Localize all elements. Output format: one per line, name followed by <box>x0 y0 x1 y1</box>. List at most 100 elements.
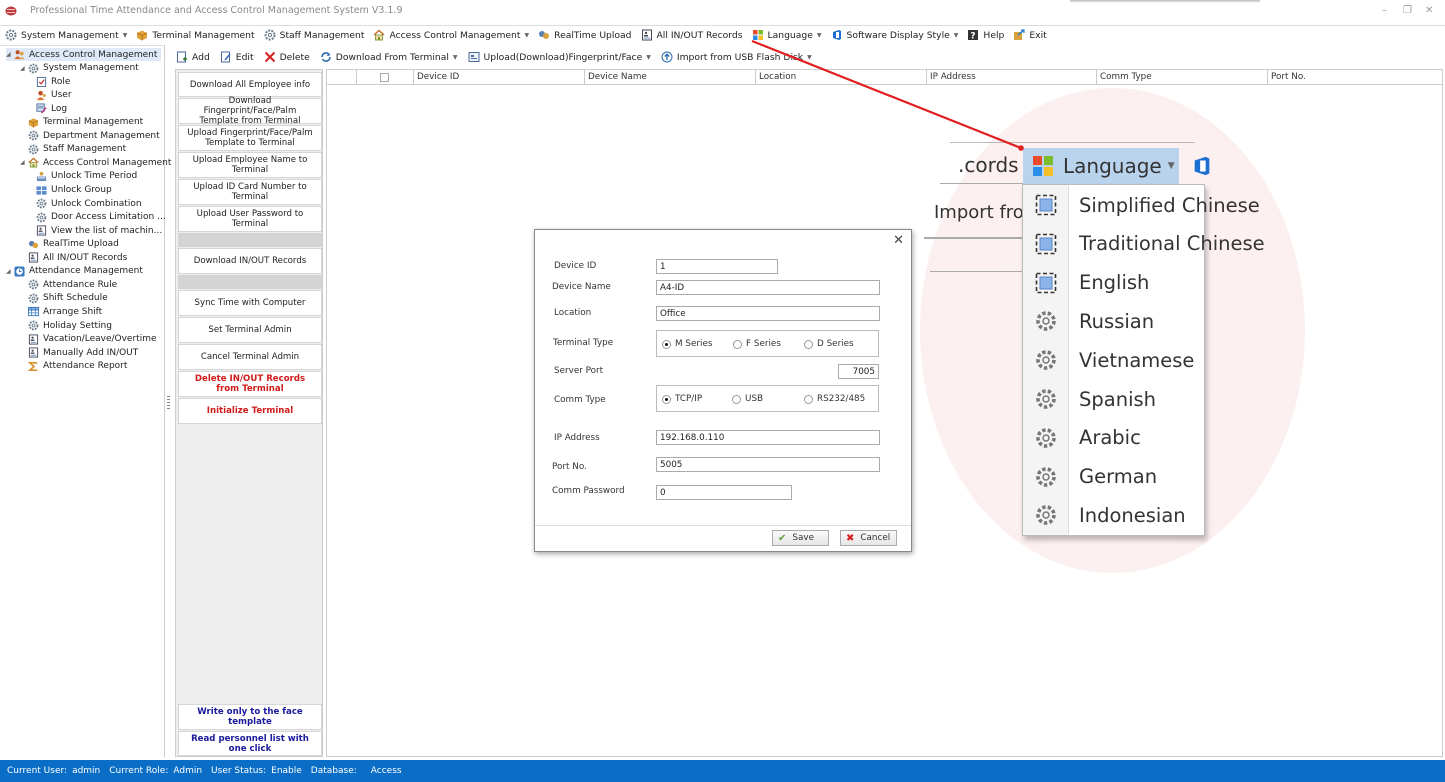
upload-download-fingerprint-button[interactable]: Upload(Download)Fingerprint/Face ▼ <box>468 51 651 63</box>
language-option-spanish[interactable]: Spanish <box>1023 380 1263 418</box>
menu-language[interactable]: Language ▼ <box>752 29 822 41</box>
tree-item[interactable]: View the list of machin... <box>34 224 162 237</box>
column-header-ip-address[interactable]: IP Address <box>927 70 1097 85</box>
tree-item[interactable]: Staff Management <box>20 143 126 156</box>
column-header-location[interactable]: Location <box>756 70 927 85</box>
terminal-type-f-series-radio[interactable]: F Series <box>733 339 781 349</box>
comm-type-rs232-radio[interactable]: RS232/485 <box>804 394 865 404</box>
comm-type-tcpip-radio[interactable]: TCP/IP <box>662 394 702 404</box>
tree-item[interactable]: Shift Schedule <box>20 292 108 305</box>
tree-item[interactable]: Manually Add IN/OUT <box>20 346 138 359</box>
tree-item[interactable]: Terminal Management <box>20 116 143 129</box>
panel-button-write-only-to-the-face-template[interactable]: Write only to the face template <box>178 704 322 730</box>
language-option-english[interactable]: English <box>1023 264 1263 302</box>
server-port-input[interactable] <box>838 364 879 379</box>
tree-item[interactable]: ◢ Access Control Management <box>20 156 171 169</box>
records-icon <box>28 347 39 358</box>
dialog-close-button[interactable]: ✕ <box>893 233 904 248</box>
ip-address-input[interactable] <box>656 430 880 445</box>
import-usb-button[interactable]: Import from USB Flash Disk ▼ <box>661 51 812 63</box>
database-label: Database: <box>310 766 357 776</box>
menu-software-display-style[interactable]: Software Display Style ▼ <box>831 29 958 41</box>
tree-item[interactable]: ◢ System Management <box>20 62 139 75</box>
panel-button-set-terminal-admin[interactable]: Set Terminal Admin <box>178 317 322 343</box>
panel-button-delete-in-out-records-from-terminal[interactable]: Delete IN/OUT Records from Terminal <box>178 371 322 397</box>
port-no-input[interactable] <box>656 457 880 472</box>
tree-item[interactable]: User <box>34 89 72 102</box>
add-button[interactable]: Add <box>176 51 210 63</box>
menu-staff-management[interactable]: Staff Management <box>264 29 364 41</box>
menu-access-control-management[interactable]: Access Control Management ▼ <box>373 29 529 41</box>
radio-icon <box>804 394 813 404</box>
panel-button-download-in-out-records[interactable]: Download IN/OUT Records <box>178 248 322 274</box>
terminal-type-m-series-radio[interactable]: M Series <box>662 339 712 349</box>
menu-system-management[interactable]: System Management ▼ <box>5 29 127 41</box>
tree-item[interactable]: Arrange Shift <box>20 305 102 318</box>
column-header-device-name[interactable]: Device Name <box>585 70 756 85</box>
expand-toggle-icon[interactable]: ◢ <box>6 51 14 58</box>
delete-button[interactable]: Delete <box>264 51 310 63</box>
tree-item[interactable]: Vacation/Leave/Overtime <box>20 333 157 346</box>
column-header-device-id[interactable]: Device ID <box>414 70 585 85</box>
user-status-label: User Status: <box>211 766 267 776</box>
language-option-vietnamese[interactable]: Vietnamese <box>1023 341 1263 379</box>
menu-all-inout-records[interactable]: All IN/OUT Records <box>641 29 743 41</box>
device-name-input[interactable] <box>656 280 880 295</box>
tree-item[interactable]: Unlock Time Period <box>34 170 137 183</box>
language-option-indonesian[interactable]: Indonesian <box>1023 496 1263 534</box>
gear-icon <box>28 293 39 304</box>
panel-button-upload-user-password-to-terminal[interactable]: Upload User Password to Terminal <box>178 206 322 232</box>
download-from-terminal-button[interactable]: Download From Terminal ▼ <box>320 51 458 63</box>
panel-button-sync-time-with-computer[interactable]: Sync Time with Computer <box>178 290 322 316</box>
restore-button[interactable]: ❐ <box>1403 5 1412 16</box>
tree-item[interactable]: Role <box>34 75 70 88</box>
tree-item[interactable]: Door Access Limitation ... <box>34 211 166 224</box>
expand-toggle-icon[interactable]: ◢ <box>20 159 28 166</box>
tree-item[interactable]: All IN/OUT Records <box>20 251 127 264</box>
panel-button-download-all-employee-info[interactable]: Download All Employee info <box>178 72 322 97</box>
tree-item[interactable]: Attendance Report <box>20 360 127 373</box>
close-button[interactable]: ✕ <box>1425 5 1433 16</box>
callout-language-menu[interactable]: Language ▼ <box>1023 148 1179 184</box>
tree-item[interactable]: Unlock Combination <box>34 197 142 210</box>
panel-button-upload-id-card-number-to-terminal[interactable]: Upload ID Card Number to Terminal <box>178 179 322 205</box>
cancel-button[interactable]: ✖ Cancel <box>840 530 897 546</box>
language-option-arabic[interactable]: Arabic <box>1023 419 1263 457</box>
tree-item[interactable]: Log <box>34 102 67 115</box>
panel-button-upload-fingerprint-face-palm-template-to-terminal[interactable]: Upload Fingerprint/Face/Palm Template to… <box>178 125 322 151</box>
panel-button-download-fingerprint-face-palm-template-from-terminal[interactable]: Download Fingerprint/Face/Palm Template … <box>178 96 322 126</box>
menu-terminal-management[interactable]: Terminal Management <box>136 29 255 41</box>
tree-item[interactable]: Unlock Group <box>34 184 112 197</box>
column-header-port-no[interactable]: Port No. <box>1268 70 1444 85</box>
location-input[interactable] <box>656 306 880 321</box>
select-all-checkbox[interactable] <box>380 73 389 82</box>
language-option-german[interactable]: German <box>1023 458 1263 496</box>
panel-button-cancel-terminal-admin[interactable]: Cancel Terminal Admin <box>178 344 322 370</box>
language-option-russian[interactable]: Russian <box>1023 302 1263 340</box>
edit-button[interactable]: Edit <box>220 51 254 63</box>
device-id-input[interactable] <box>656 259 778 274</box>
splitter-handle[interactable] <box>167 396 170 410</box>
comm-type-usb-radio[interactable]: USB <box>732 394 763 404</box>
language-option-simplified-chinese[interactable]: Simplified Chinese <box>1023 186 1263 224</box>
panel-button-read-personnel-list-with-one-click[interactable]: Read personnel list with one click <box>178 731 322 756</box>
menu-exit[interactable]: Exit <box>1013 29 1047 41</box>
language-option-traditional-chinese[interactable]: Traditional Chinese <box>1023 225 1265 263</box>
menu-help[interactable]: ? Help <box>967 29 1004 41</box>
panel-button-upload-employee-name-to-terminal[interactable]: Upload Employee Name to Terminal <box>178 152 322 178</box>
menu-realtime-upload[interactable]: RealTime Upload <box>538 29 632 41</box>
tree-item[interactable]: Attendance Rule <box>20 278 117 291</box>
comm-password-input[interactable] <box>656 485 792 500</box>
panel-button-initialize-terminal[interactable]: Initialize Terminal <box>178 398 322 424</box>
tree-item[interactable]: Department Management <box>20 129 160 142</box>
tree-item[interactable]: RealTime Upload <box>20 238 119 251</box>
tree-item[interactable]: Holiday Setting <box>20 319 112 332</box>
save-button[interactable]: ✔ Save <box>772 530 829 546</box>
expand-toggle-icon[interactable]: ◢ <box>20 65 28 72</box>
minimize-button[interactable]: – <box>1382 5 1387 16</box>
expand-toggle-icon[interactable]: ◢ <box>6 268 14 275</box>
column-header-comm-type[interactable]: Comm Type <box>1097 70 1268 85</box>
tree-item[interactable]: ◢ Attendance Management <box>6 265 143 278</box>
tree-item[interactable]: ◢ Access Control Management <box>6 48 162 61</box>
terminal-type-d-series-radio[interactable]: D Series <box>804 339 854 349</box>
